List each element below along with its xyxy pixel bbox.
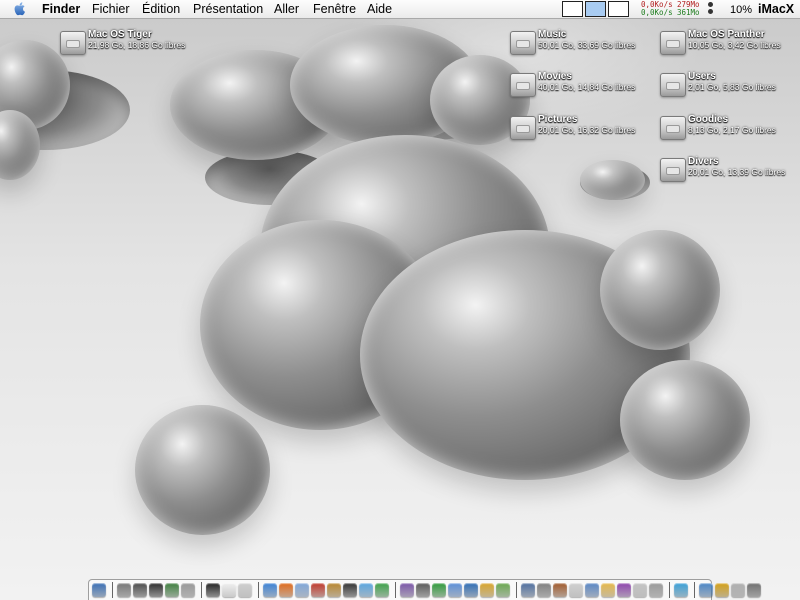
- hard-drive-icon: [660, 158, 686, 182]
- drive-divers[interactable]: Divers 20,01 Go, 13,39 Go libres: [660, 156, 800, 190]
- dock-app-icon[interactable]: [165, 583, 179, 597]
- dock-separator: [694, 582, 695, 598]
- dock-app-icon[interactable]: [496, 583, 510, 597]
- drive-info: 50,01 Go, 33,69 Go libres: [538, 40, 636, 50]
- dock-app-icon[interactable]: [416, 583, 430, 597]
- dock-separator: [395, 582, 396, 598]
- menu-edition[interactable]: Édition: [142, 1, 180, 17]
- wallpaper-blob: [580, 160, 645, 200]
- cpu-percent[interactable]: 10%: [730, 2, 752, 18]
- drive-name: Mac OS Panther: [688, 29, 765, 40]
- drive-name: Movies: [538, 71, 572, 82]
- drive-name: Users: [688, 71, 716, 82]
- hard-drive-icon: [510, 31, 536, 55]
- dock-app-icon[interactable]: [747, 583, 761, 597]
- computer-name[interactable]: iMacX: [758, 1, 794, 17]
- hard-drive-icon: [660, 73, 686, 97]
- menu-fenetre[interactable]: Fenêtre: [313, 1, 356, 17]
- dock-app-icon[interactable]: [359, 583, 373, 597]
- apple-icon[interactable]: [13, 1, 27, 17]
- dock-app-icon[interactable]: [521, 583, 535, 597]
- dock-separator: [258, 582, 259, 598]
- dock-app-icon[interactable]: [311, 583, 325, 597]
- dock-app-icon[interactable]: [92, 583, 106, 597]
- dock-app-icon[interactable]: [715, 583, 729, 597]
- drive-name: Mac OS Tiger: [88, 29, 152, 40]
- dock-app-icon[interactable]: [649, 583, 663, 597]
- hard-drive-icon: [510, 116, 536, 140]
- wallpaper-blob: [135, 405, 270, 535]
- menu-aller[interactable]: Aller: [274, 1, 299, 17]
- dock-app-icon[interactable]: [327, 583, 341, 597]
- dock-app-icon[interactable]: [117, 583, 131, 597]
- dock-app-icon[interactable]: [674, 583, 688, 597]
- dock-app-icon[interactable]: [295, 583, 309, 597]
- menu-presentation[interactable]: Présentation: [193, 1, 263, 17]
- dock-app-icon[interactable]: [464, 583, 478, 597]
- dock-app-icon[interactable]: [149, 583, 163, 597]
- dock-app-icon[interactable]: [617, 583, 631, 597]
- space-switcher-2[interactable]: [585, 1, 606, 17]
- hard-drive-icon: [660, 31, 686, 55]
- drive-movies[interactable]: Movies 40,01 Go, 14,84 Go libres: [510, 71, 650, 105]
- dock-app-icon[interactable]: [375, 583, 389, 597]
- wallpaper-blob: [600, 230, 720, 350]
- dock-app-icon[interactable]: [181, 583, 195, 597]
- space-switcher-1[interactable]: [562, 1, 583, 17]
- drive-mac-os-tiger[interactable]: Mac OS Tiger 21,98 Go, 18,86 Go libres: [60, 29, 200, 63]
- wallpaper-blob: [620, 360, 750, 480]
- cpu-meter-icon[interactable]: [708, 2, 714, 16]
- drive-name: Music: [538, 29, 567, 40]
- dock-app-icon[interactable]: [206, 583, 220, 597]
- dock-app-icon[interactable]: [699, 583, 713, 597]
- drive-info: 10,05 Go, 3,42 Go libres: [688, 40, 781, 50]
- menu-fichier[interactable]: Fichier: [92, 1, 130, 17]
- dock-app-icon[interactable]: [537, 583, 551, 597]
- dock-separator: [669, 582, 670, 598]
- hard-drive-icon: [660, 116, 686, 140]
- menu-aide[interactable]: Aide: [367, 1, 392, 17]
- hard-drive-icon: [510, 73, 536, 97]
- dock-app-icon[interactable]: [585, 583, 599, 597]
- dock-app-icon[interactable]: [633, 583, 647, 597]
- drive-info: 20,01 Go, 13,39 Go libres: [688, 167, 786, 177]
- menu-finder[interactable]: Finder: [42, 1, 80, 17]
- dock-app-icon[interactable]: [569, 583, 583, 597]
- drive-info: 21,98 Go, 18,86 Go libres: [88, 40, 186, 50]
- drive-info: 2,01 Go, 5,83 Go libres: [688, 82, 776, 92]
- space-switcher-3[interactable]: [608, 1, 629, 17]
- dock-app-icon[interactable]: [263, 583, 277, 597]
- dock: [88, 579, 761, 600]
- hard-drive-icon: [60, 31, 86, 55]
- dock-app-icon[interactable]: [343, 583, 357, 597]
- drive-name: Divers: [688, 156, 719, 167]
- menu-bar: Finder Fichier Édition Présentation Alle…: [0, 0, 800, 19]
- drive-name: Goodies: [688, 114, 729, 125]
- drive-users[interactable]: Users 2,01 Go, 5,83 Go libres: [660, 71, 800, 105]
- dock-app-icon[interactable]: [238, 583, 252, 597]
- dock-app-icon[interactable]: [480, 583, 494, 597]
- network-rate-2: 0,0Ko/s: [641, 8, 673, 17]
- network-size-2: 361Mo: [677, 8, 700, 17]
- drive-info: 20,01 Go, 16,32 Go libres: [538, 125, 636, 135]
- dock-app-icon[interactable]: [731, 583, 745, 597]
- dock-app-icon[interactable]: [279, 583, 293, 597]
- drive-name: Pictures: [538, 114, 578, 125]
- drive-goodies[interactable]: Goodies 8,13 Go, 2,17 Go libres: [660, 114, 800, 148]
- dock-app-icon[interactable]: [222, 583, 236, 597]
- dock-app-icon[interactable]: [432, 583, 446, 597]
- drive-pictures[interactable]: Pictures 20,01 Go, 16,32 Go libres: [510, 114, 650, 148]
- dock-app-icon[interactable]: [553, 583, 567, 597]
- drive-info: 8,13 Go, 2,17 Go libres: [688, 125, 776, 135]
- dock-separator: [516, 582, 517, 598]
- drive-music[interactable]: Music 50,01 Go, 33,69 Go libres: [510, 29, 650, 63]
- dock-app-icon[interactable]: [133, 583, 147, 597]
- dock-separator: [112, 582, 113, 598]
- dock-app-icon[interactable]: [448, 583, 462, 597]
- dock-app-icon[interactable]: [601, 583, 615, 597]
- drive-mac-os-panther[interactable]: Mac OS Panther 10,05 Go, 3,42 Go libres: [660, 29, 800, 63]
- dock-separator: [201, 582, 202, 598]
- drive-info: 40,01 Go, 14,84 Go libres: [538, 82, 636, 92]
- dock-app-icon[interactable]: [400, 583, 414, 597]
